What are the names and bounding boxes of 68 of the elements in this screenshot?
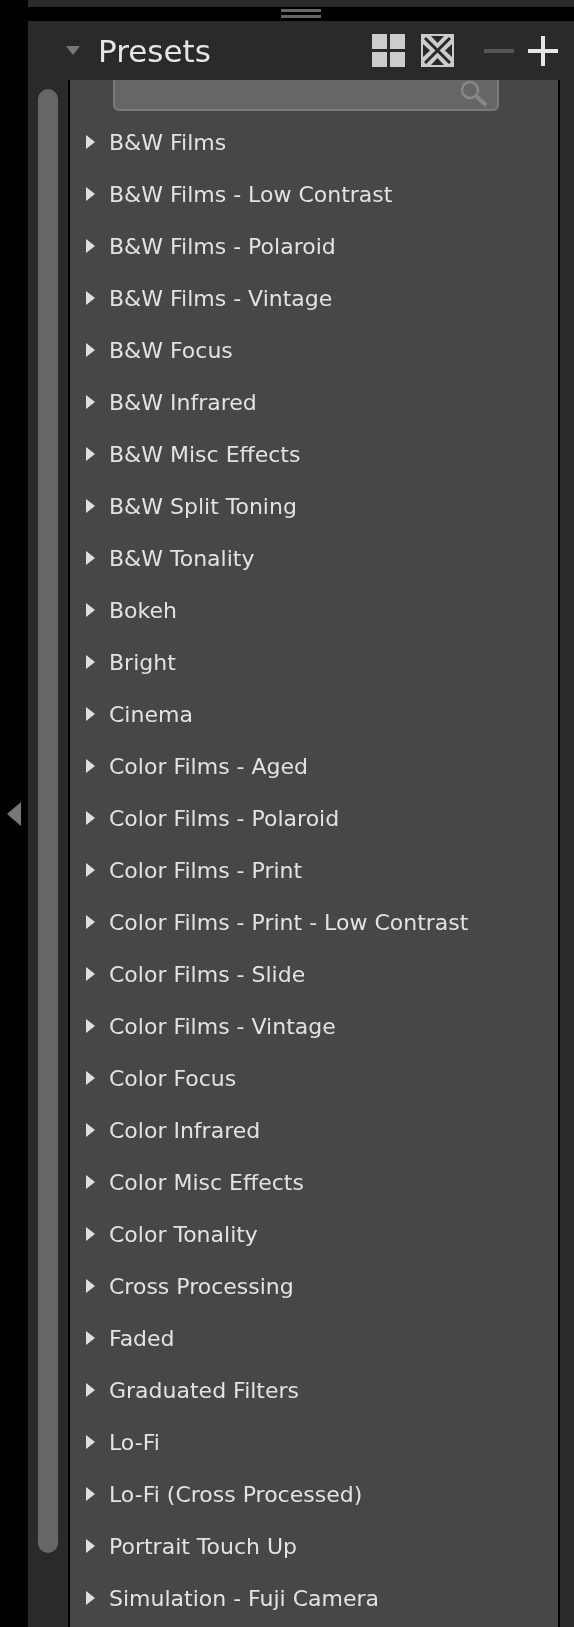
expand-triangle-icon[interactable] bbox=[86, 1071, 95, 1085]
preset-group-label[interactable]: Color Films - Print - Low Contrast bbox=[109, 909, 469, 935]
preset-group-label[interactable]: Color Films - Polaroid bbox=[109, 805, 340, 831]
resize-grip-icon[interactable] bbox=[281, 9, 321, 19]
expand-triangle-icon[interactable] bbox=[86, 967, 95, 981]
expand-triangle-icon[interactable] bbox=[86, 343, 95, 357]
expand-triangle-icon[interactable] bbox=[86, 863, 95, 877]
expand-triangle-icon[interactable] bbox=[86, 1175, 95, 1189]
expand-triangle-icon[interactable] bbox=[86, 759, 95, 773]
plus-icon[interactable] bbox=[528, 35, 558, 66]
expand-triangle-icon[interactable] bbox=[86, 135, 95, 149]
expand-triangle-icon[interactable] bbox=[86, 603, 95, 617]
preset-group-label[interactable]: Lo-Fi bbox=[109, 1429, 160, 1455]
expand-triangle-icon[interactable] bbox=[86, 1539, 95, 1553]
disclosure-triangle-icon[interactable] bbox=[66, 46, 80, 55]
fullscreen-icon[interactable] bbox=[421, 34, 454, 67]
expand-triangle-icon[interactable] bbox=[86, 1123, 95, 1137]
expand-triangle-icon[interactable] bbox=[86, 1331, 95, 1345]
expand-triangle-icon[interactable] bbox=[86, 1591, 95, 1605]
preset-group-label[interactable]: Lo-Fi (Cross Processed) bbox=[109, 1481, 363, 1507]
expand-triangle-icon[interactable] bbox=[86, 1487, 95, 1501]
preset-group-label[interactable]: Color Films - Slide bbox=[109, 961, 306, 987]
expand-triangle-icon[interactable] bbox=[86, 187, 95, 201]
preset-group-label[interactable]: Color Films - Vintage bbox=[109, 1013, 336, 1039]
expand-triangle-icon[interactable] bbox=[86, 447, 95, 461]
grid-view-icon[interactable] bbox=[372, 34, 405, 67]
collapse-arrow-icon[interactable] bbox=[7, 801, 21, 826]
preset-group-label[interactable]: Color Films - Print bbox=[109, 857, 303, 883]
expand-triangle-icon[interactable] bbox=[86, 1019, 95, 1033]
preset-group-label[interactable]: B&W Films bbox=[109, 129, 227, 155]
preset-group-label[interactable]: Color Films - Aged bbox=[109, 753, 309, 779]
expand-triangle-icon[interactable] bbox=[86, 915, 95, 929]
preset-group-label[interactable]: Color Focus bbox=[109, 1065, 237, 1091]
preset-group-label[interactable]: B&W Films - Vintage bbox=[109, 285, 333, 311]
expand-triangle-icon[interactable] bbox=[86, 1435, 95, 1449]
preset-group-label[interactable]: Color Infrared bbox=[109, 1117, 261, 1143]
preset-group-label[interactable]: B&W Split Toning bbox=[109, 493, 297, 519]
preset-group-label[interactable]: B&W Misc Effects bbox=[109, 441, 301, 467]
expand-triangle-icon[interactable] bbox=[86, 1383, 95, 1397]
search-icon bbox=[459, 80, 489, 108]
expand-triangle-icon[interactable] bbox=[86, 291, 95, 305]
preset-group-label[interactable]: Cross Processing bbox=[109, 1273, 294, 1299]
preset-group-label[interactable]: B&W Infrared bbox=[109, 389, 257, 415]
search-field[interactable] bbox=[113, 80, 499, 111]
preset-group-label[interactable]: Simulation - Fuji Camera bbox=[109, 1585, 380, 1611]
panel-title: Presets bbox=[98, 32, 212, 69]
preset-group-label[interactable]: B&W Focus bbox=[109, 337, 233, 363]
expand-triangle-icon[interactable] bbox=[86, 499, 95, 513]
expand-triangle-icon[interactable] bbox=[86, 655, 95, 669]
expand-triangle-icon[interactable] bbox=[86, 707, 95, 721]
preset-group-label[interactable]: Color Misc Effects bbox=[109, 1169, 304, 1195]
preset-group-label[interactable]: B&W Films - Polaroid bbox=[109, 233, 336, 259]
preset-group-label[interactable]: Bright bbox=[109, 649, 176, 675]
preset-group-label[interactable]: Graduated Filters bbox=[109, 1377, 300, 1403]
preset-group-label[interactable]: Portrait Touch Up bbox=[109, 1533, 298, 1559]
expand-triangle-icon[interactable] bbox=[86, 1279, 95, 1293]
preset-group-label[interactable]: Faded bbox=[109, 1325, 175, 1351]
expand-triangle-icon[interactable] bbox=[86, 811, 95, 825]
expand-triangle-icon[interactable] bbox=[86, 239, 95, 253]
scrollbar-thumb[interactable] bbox=[38, 89, 58, 1553]
preset-group-label[interactable]: B&W Tonality bbox=[109, 545, 255, 571]
expand-triangle-icon[interactable] bbox=[86, 395, 95, 409]
preset-group-label[interactable]: Bokeh bbox=[109, 597, 177, 623]
preset-group-label[interactable]: B&W Films - Low Contrast bbox=[109, 181, 393, 207]
preset-group-label[interactable]: Color Tonality bbox=[109, 1221, 258, 1247]
expand-triangle-icon[interactable] bbox=[86, 1227, 95, 1241]
preset-group-label[interactable]: Cinema bbox=[109, 701, 193, 727]
expand-triangle-icon[interactable] bbox=[86, 551, 95, 565]
